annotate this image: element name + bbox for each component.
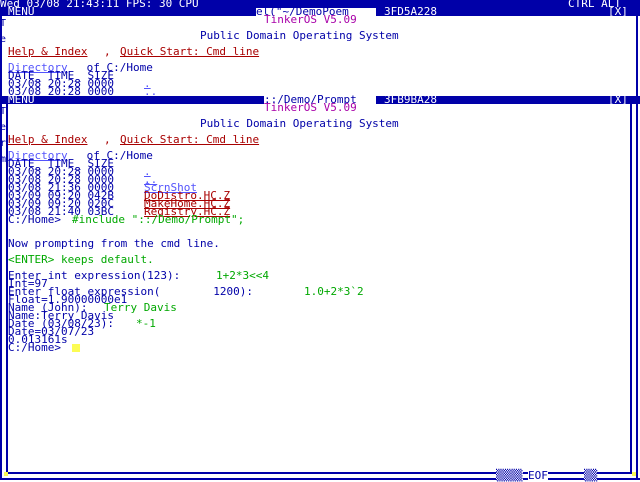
window1-menu-button[interactable]: MENU [8,6,35,17]
int-input: 1+2*3<<4 [216,269,269,282]
date-input: *-1 [136,317,156,330]
cmd-prompt-current[interactable]: C:/Home> [8,342,61,353]
resize-corner-left[interactable] [4,472,8,476]
enter-hint: <ENTER> keeps default. [8,253,154,266]
text-cursor [72,344,80,352]
scroll-dots-right: ▒▒ [584,469,598,482]
window2-menu-button[interactable]: MENU [8,94,35,105]
cmd-include: #include "::/Demo/Prompt"; [72,213,245,226]
window2-right-border [630,104,632,472]
scroll-dots-left: ▒▒▒▒ [496,469,523,482]
cmd-prompt: C:/Home> [8,213,61,226]
float-input: 1.0+2*3`2 [304,285,364,298]
window2-heading: Public Domain Operating System [200,117,399,130]
window1-address: 3FD5A228 [384,5,437,18]
window1-close-button[interactable]: [X] [608,6,628,17]
window2-help-link[interactable]: Help & Index [8,134,87,145]
window2-quickstart-link[interactable]: Quick Start: Cmd line [120,134,259,145]
window1-heading: Public Domain Operating System [200,29,399,42]
window1-right-border [636,8,638,480]
resize-corner-right[interactable] [632,472,636,476]
window2-term-label: T e r m [0,106,7,165]
window2-address: 3FB9BA28 [384,93,437,106]
window1-quickstart-link[interactable]: Quick Start: Cmd line [120,46,259,57]
window1-os-title: TinkerOS V5.09 [264,13,357,26]
window2-os-title: TinkerOS V5.09 [264,101,357,114]
name-input: Terry Davis [104,301,177,314]
window1-term-label: T e [0,18,7,45]
window2-close-button[interactable]: [X] [608,94,628,105]
window1-dir-entry[interactable]: .. [144,86,157,97]
prompt-message: Now prompting from the cmd line. [8,237,220,250]
window1-left-border [0,8,2,480]
window1-help-link[interactable]: Help & Index [8,46,87,57]
eof-marker: EOF [528,469,548,482]
